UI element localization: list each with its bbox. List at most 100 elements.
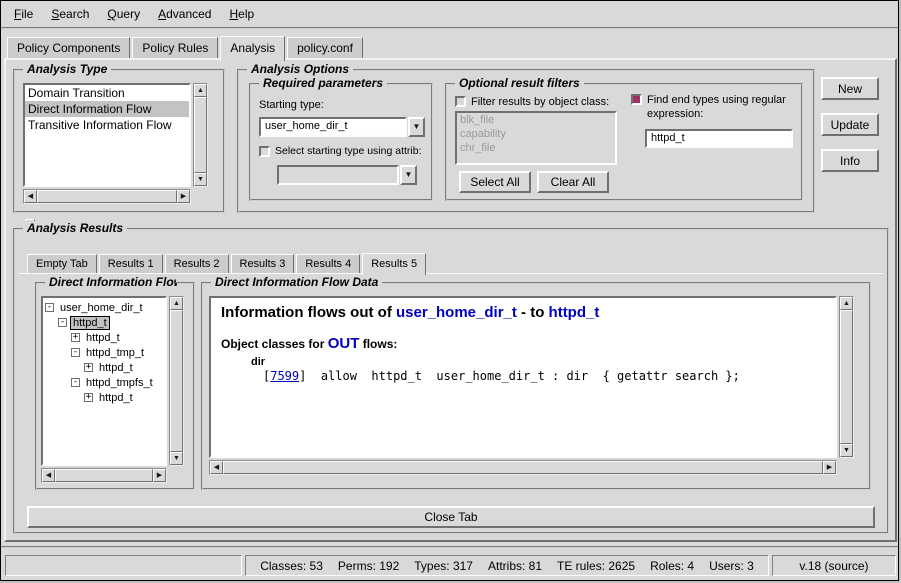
tree-item[interactable]: - user_home_dir_t bbox=[43, 300, 165, 315]
menu-item[interactable]: Advanced bbox=[149, 4, 220, 24]
scroll-right-button[interactable]: ▶ bbox=[823, 461, 836, 474]
starting-type-combobox[interactable]: user_home_dir_t ▼ bbox=[259, 117, 425, 137]
tree-item[interactable]: + httpd_t bbox=[43, 330, 165, 345]
update-button[interactable]: Update bbox=[821, 113, 879, 136]
required-parameters-title: Required parameters bbox=[259, 76, 387, 90]
starting-type-dropdown-button[interactable]: ▼ bbox=[408, 117, 425, 137]
results-tab[interactable]: Results 4 bbox=[296, 254, 360, 273]
tree-expander-icon[interactable]: + bbox=[84, 393, 93, 402]
scroll-right-icon: ▶ bbox=[181, 193, 186, 200]
tree-item-label[interactable]: httpd_t bbox=[97, 362, 135, 374]
results-tab[interactable]: Results 5 bbox=[362, 253, 426, 275]
tree-item-label[interactable]: httpd_t bbox=[71, 317, 109, 329]
tree-item[interactable]: + httpd_t bbox=[43, 360, 165, 375]
scrollbar-thumb[interactable] bbox=[170, 310, 183, 452]
status-stat: Attribs: 81 bbox=[488, 559, 542, 573]
analysis-type-option[interactable]: Direct Information Flow bbox=[25, 101, 189, 117]
flow-data-title: Direct Information Flow Data bbox=[211, 275, 382, 289]
tree-item[interactable]: - httpd_tmp_t bbox=[43, 345, 165, 360]
scroll-left-button[interactable]: ◀ bbox=[24, 190, 37, 203]
results-tab[interactable]: Results 1 bbox=[99, 254, 163, 273]
select-all-button[interactable]: Select All bbox=[459, 171, 531, 193]
flow-data-vscrollbar[interactable]: ▲ ▼ bbox=[839, 296, 854, 458]
rule-text: allow httpd_t user_home_dir_t : dir { ge… bbox=[306, 369, 739, 383]
attrib-checkbox[interactable] bbox=[259, 146, 270, 157]
tree-hscrollbar[interactable]: ◀ ▶ bbox=[41, 468, 167, 483]
regex-input[interactable]: httpd_t bbox=[645, 129, 793, 148]
tree-expander-icon[interactable]: + bbox=[84, 363, 93, 372]
tree-vscrollbar[interactable]: ▲ ▼ bbox=[169, 296, 184, 466]
policy-version: v.18 (source) bbox=[799, 559, 868, 573]
scroll-left-icon: ◀ bbox=[46, 472, 51, 479]
tree-item[interactable]: - httpd_t bbox=[43, 315, 165, 330]
apol-window: File Search Query Advanced Help Policy C… bbox=[0, 0, 899, 581]
scrollbar-thumb[interactable] bbox=[223, 461, 823, 474]
tree-item[interactable]: + httpd_t bbox=[43, 390, 165, 405]
scrollbar-thumb[interactable] bbox=[840, 310, 853, 444]
results-tab[interactable]: Empty Tab bbox=[27, 254, 97, 273]
menu-bar: File Search Query Advanced Help bbox=[1, 1, 898, 29]
tree-expander-icon[interactable]: - bbox=[58, 318, 67, 327]
flow-tree[interactable]: - user_home_dir_t - httpd_t + httpd_t bbox=[41, 296, 167, 466]
tree-expander-icon[interactable]: + bbox=[71, 333, 80, 342]
scrollbar-thumb[interactable] bbox=[37, 190, 177, 203]
results-tab[interactable]: Results 3 bbox=[231, 254, 295, 273]
scroll-up-button[interactable]: ▲ bbox=[840, 297, 853, 310]
analysis-type-listbox[interactable]: Domain Transition Direct Information Flo… bbox=[23, 83, 191, 187]
dropdown-arrow-icon: ▼ bbox=[405, 171, 413, 179]
scroll-right-icon: ▶ bbox=[157, 472, 162, 479]
tree-item-label[interactable]: httpd_t bbox=[84, 332, 122, 344]
tree-item-label[interactable]: httpd_t bbox=[97, 392, 135, 404]
clear-all-button[interactable]: Clear All bbox=[537, 171, 609, 193]
main-tab[interactable]: Analysis bbox=[220, 36, 285, 61]
regex-checkbox-label: Find end types using regular expression: bbox=[647, 93, 799, 122]
status-stat: Types: 317 bbox=[414, 559, 473, 573]
menu-item[interactable]: File bbox=[5, 4, 42, 24]
object-class-checkbox-label: Filter results by object class: bbox=[471, 95, 609, 109]
main-tab[interactable]: policy.conf bbox=[287, 37, 363, 58]
required-parameters-frame: Required parameters Starting type: user_… bbox=[249, 83, 433, 201]
analysis-results-frame: Analysis Results Empty Tab Results 1 Res… bbox=[13, 228, 889, 534]
scroll-left-button[interactable]: ◀ bbox=[210, 461, 223, 474]
attrib-value bbox=[277, 165, 399, 185]
flow-data-text[interactable]: Information flows out of user_home_dir_t… bbox=[209, 296, 837, 458]
scrollbar-thumb[interactable] bbox=[55, 469, 153, 482]
flow-data-hscrollbar[interactable]: ◀ ▶ bbox=[209, 460, 837, 475]
new-button[interactable]: New bbox=[821, 77, 879, 100]
info-button[interactable]: Info bbox=[821, 149, 879, 172]
starting-type-value[interactable]: user_home_dir_t bbox=[259, 117, 407, 137]
tree-item-label[interactable]: httpd_tmp_t bbox=[84, 347, 146, 359]
tree-expander-icon[interactable]: - bbox=[45, 303, 54, 312]
regex-checkbox[interactable] bbox=[631, 94, 642, 105]
analysis-type-option[interactable]: Transitive Information Flow bbox=[25, 117, 189, 133]
scroll-up-button[interactable]: ▲ bbox=[170, 297, 183, 310]
main-tab[interactable]: Policy Rules bbox=[132, 37, 218, 58]
rule-number-link[interactable]: 7599 bbox=[270, 369, 299, 383]
scroll-up-button[interactable]: ▲ bbox=[194, 84, 207, 97]
scroll-down-button[interactable]: ▼ bbox=[194, 173, 207, 186]
tree-item-label[interactable]: httpd_tmpfs_t bbox=[84, 377, 155, 389]
analysis-type-hscrollbar[interactable]: ◀ ▶ bbox=[23, 189, 191, 204]
status-stat: Roles: 4 bbox=[650, 559, 694, 573]
scroll-down-button[interactable]: ▼ bbox=[840, 444, 853, 457]
analysis-type-vscrollbar[interactable]: ▲ ▼ bbox=[193, 83, 208, 187]
scrollbar-thumb[interactable] bbox=[194, 97, 207, 173]
menu-item[interactable]: Help bbox=[220, 4, 263, 24]
tree-expander-icon[interactable]: - bbox=[71, 378, 80, 387]
close-tab-button[interactable]: Close Tab bbox=[27, 506, 875, 528]
analysis-type-option[interactable]: Domain Transition bbox=[25, 85, 189, 101]
scroll-down-button[interactable]: ▼ bbox=[170, 452, 183, 465]
object-class-checkbox[interactable] bbox=[455, 96, 466, 107]
main-tab[interactable]: Policy Components bbox=[7, 37, 130, 58]
tree-item-label[interactable]: user_home_dir_t bbox=[58, 302, 145, 314]
results-tab[interactable]: Results 2 bbox=[165, 254, 229, 273]
scroll-up-icon: ▲ bbox=[197, 87, 204, 94]
scroll-left-button[interactable]: ◀ bbox=[42, 469, 55, 482]
menu-item[interactable]: Search bbox=[42, 4, 98, 24]
scroll-right-button[interactable]: ▶ bbox=[153, 469, 166, 482]
scroll-right-button[interactable]: ▶ bbox=[177, 190, 190, 203]
tree-expander-icon[interactable]: - bbox=[71, 348, 80, 357]
tree-item[interactable]: - httpd_tmpfs_t bbox=[43, 375, 165, 390]
status-panel-version: v.18 (source) bbox=[772, 555, 896, 576]
menu-item[interactable]: Query bbox=[98, 4, 149, 24]
